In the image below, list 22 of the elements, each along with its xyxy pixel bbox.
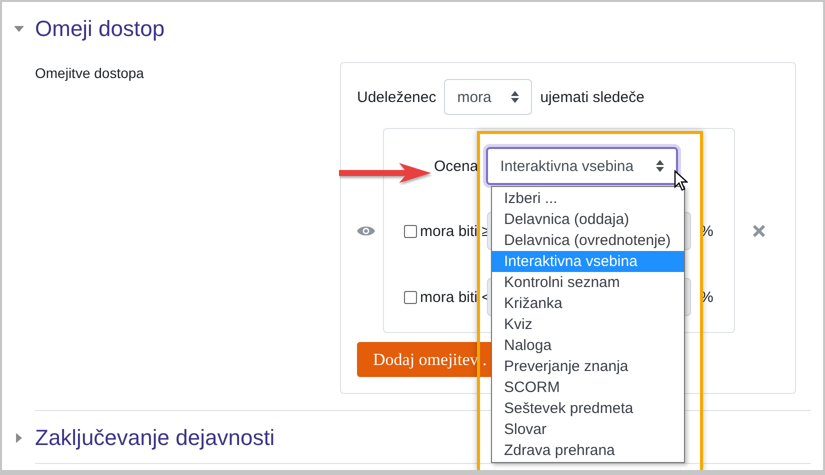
mode-select[interactable]: mora [444, 79, 532, 115]
select-arrows-icon [656, 160, 664, 172]
dropdown-option[interactable]: Kontrolni seznam [492, 272, 684, 293]
dropdown-option[interactable]: Križanka [492, 293, 684, 314]
dropdown-option[interactable]: Slovar [492, 419, 684, 440]
dropdown-option[interactable]: Delavnica (ovrednotenje) [492, 230, 684, 251]
dropdown-option[interactable]: Zdrava prehrana [492, 440, 684, 461]
field-label: Omejitve dostopa [35, 65, 144, 81]
activity-select[interactable]: Interaktivna vsebina [486, 147, 678, 185]
match-label: ujemati sledeče [540, 88, 644, 106]
dropdown-option[interactable]: SCORM [492, 377, 684, 398]
close-icon[interactable] [753, 224, 765, 236]
participant-label: Udeleženec [357, 88, 436, 106]
select-arrows-icon [511, 91, 520, 103]
grade-label: Ocena [434, 158, 478, 174]
dropdown-option[interactable]: Izberi ... [492, 188, 684, 209]
section-title[interactable]: Omeji dostop [35, 16, 165, 42]
section-title[interactable]: Zaključevanje dejavnosti [35, 425, 275, 451]
dropdown-option[interactable]: Kviz [492, 314, 684, 335]
dropdown-option[interactable]: Delavnica (oddaja) [492, 209, 684, 230]
dropdown-option[interactable]: Seštevek predmeta [492, 398, 684, 419]
eye-icon[interactable] [357, 224, 375, 236]
